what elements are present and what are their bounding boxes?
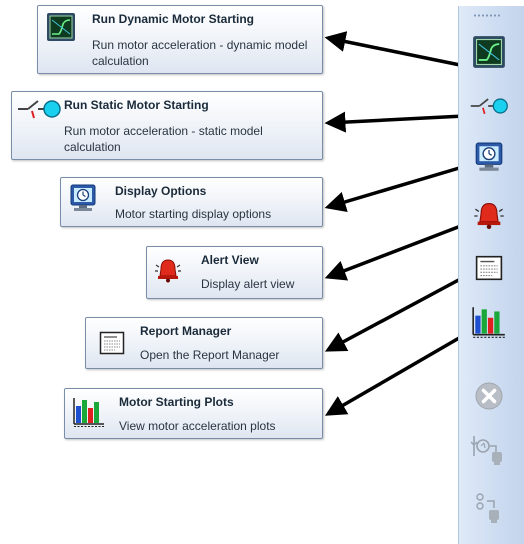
run-dynamic-motor-starting-button[interactable] (469, 32, 509, 72)
static-motor-starting-icon (470, 98, 508, 115)
bar-plot-icon (472, 307, 505, 338)
stop-button[interactable] (469, 376, 509, 416)
display-options-button[interactable] (469, 138, 509, 178)
arrow-dynamic (324, 31, 466, 68)
report-manager-icon (475, 255, 503, 281)
alert-view-button[interactable] (469, 196, 509, 236)
run-static-motor-starting-button[interactable] (469, 86, 509, 126)
motor-starting-plots-button[interactable] (469, 302, 509, 342)
switch-device-button[interactable] (469, 490, 509, 530)
motor-starting-toolbar (458, 6, 524, 544)
callout-arrows (324, 31, 467, 416)
switch-device-icon (476, 493, 499, 523)
arrow-alert (324, 222, 467, 281)
arrow-display (324, 164, 467, 213)
stop-icon (475, 382, 503, 410)
display-options-icon (475, 142, 503, 171)
motor-relay-icon (470, 436, 502, 465)
arrow-report (324, 274, 467, 352)
arrow-plots (324, 332, 467, 416)
alert-bell-icon (474, 202, 504, 230)
toolbar-grip[interactable] (473, 14, 501, 17)
arrow-static (324, 111, 465, 133)
report-manager-button[interactable] (469, 248, 509, 288)
motor-relay-button[interactable] (469, 430, 509, 470)
dynamic-motor-starting-icon (473, 36, 505, 68)
